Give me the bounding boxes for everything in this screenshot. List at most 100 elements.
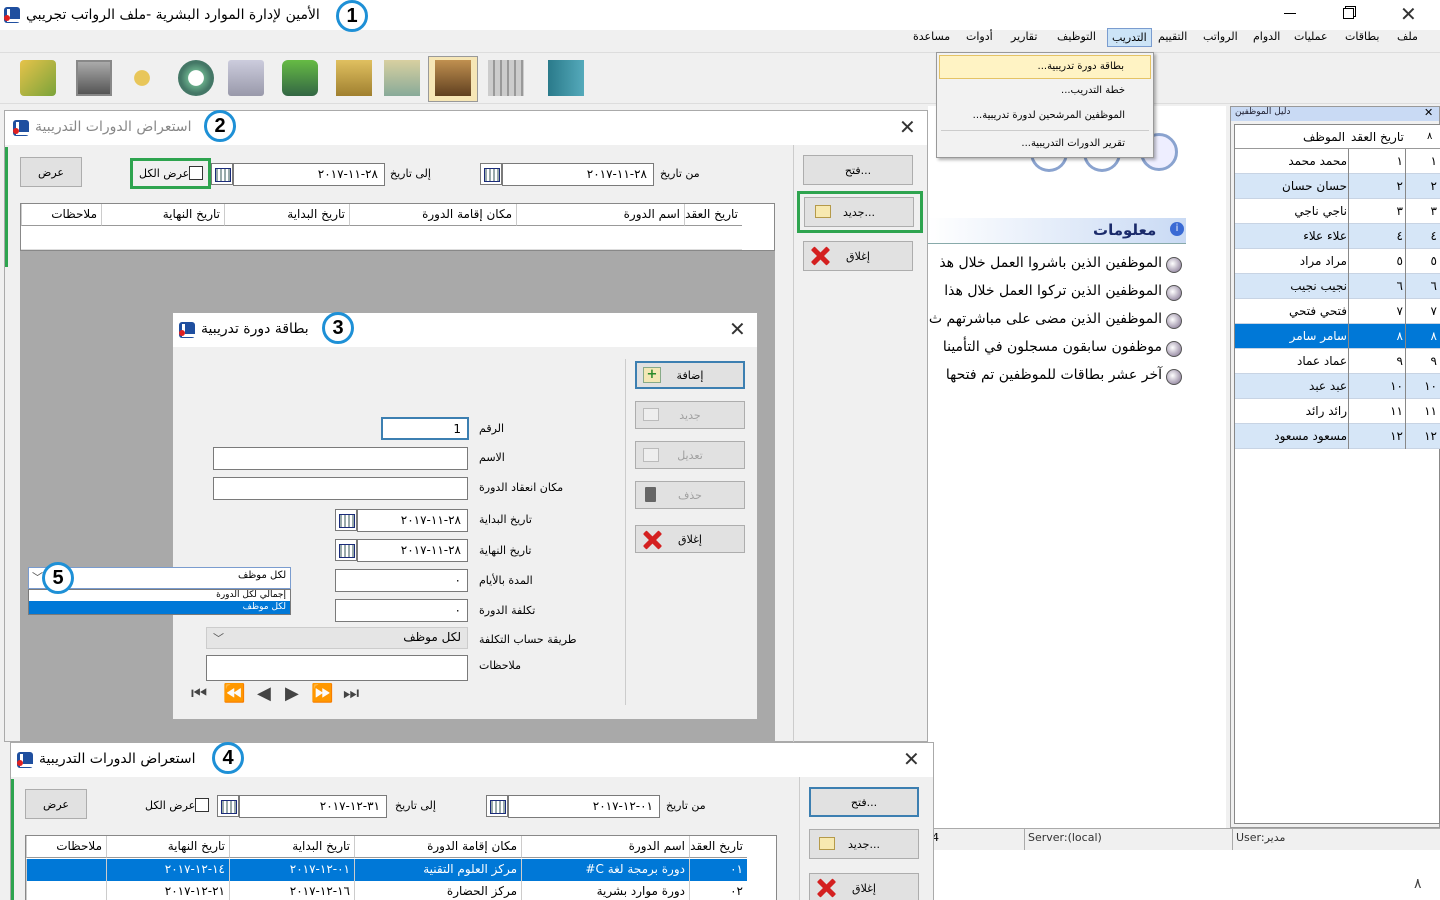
course-place-field[interactable] <box>213 477 468 500</box>
dialog3-col-notes[interactable]: ملاحظات <box>26 836 106 858</box>
app-close-icon[interactable]: ✕ <box>1400 2 1417 26</box>
employee-number: ١١ <box>1424 404 1437 418</box>
employee-row[interactable]: ٩ ٩ عماد عماد <box>1235 349 1440 374</box>
menu-evaluation[interactable]: التقييم <box>1158 30 1187 43</box>
dialog3-to-calendar-icon[interactable] <box>217 795 239 817</box>
course-name-field[interactable] <box>213 447 468 470</box>
menu-tools[interactable]: أدوات <box>966 30 993 43</box>
course-number-field[interactable]: 1 <box>381 417 469 440</box>
employee-row[interactable]: ١٠ ١٠ عبد عبد <box>1235 374 1440 399</box>
menu-training-report[interactable]: تقرير الدورات التدريبية... <box>1021 138 1125 149</box>
employee-row[interactable]: ٨ ٨ سامر سامر <box>1235 324 1440 349</box>
nav-fast-forward-icon[interactable]: ⏩ <box>311 683 333 704</box>
dialog3-close-icon[interactable]: ✕ <box>903 747 920 771</box>
col-contract[interactable]: تاريخ العقد <box>1351 130 1404 144</box>
employee-row[interactable]: ١٢ ١٢ مسعود مسعود <box>1235 424 1440 449</box>
employee-row[interactable]: ٤ ٤ علاء علاء <box>1235 224 1440 249</box>
menu-training-card[interactable]: بطاقة دورة تدريبية... <box>939 55 1151 79</box>
info-item-1[interactable]: الموظفين الذين باشروا العمل خلال هذ <box>939 255 1182 273</box>
menu-help[interactable]: مساعدة <box>913 30 950 43</box>
dialog1-col-contract[interactable]: تاريخ العقد <box>684 204 742 226</box>
dialog3-from-calendar-icon[interactable] <box>486 795 508 817</box>
dialog3-show-all-checkbox[interactable] <box>195 798 209 812</box>
dialog2-close-icon[interactable]: ✕ <box>729 317 746 341</box>
toolbar-add-user-icon[interactable] <box>124 60 160 96</box>
nav-first-icon[interactable]: ⏮ <box>191 683 207 704</box>
end-date-field[interactable]: ٢٨-١١-٢٠١٧ <box>357 539 468 562</box>
employee-row[interactable]: ٦ ٦ نجيب نجيب <box>1235 274 1440 299</box>
employee-row[interactable]: ٣ ٣ ناجي ناجي <box>1235 199 1440 224</box>
toolbar-folder-icon[interactable] <box>336 60 372 96</box>
option-per-employee[interactable]: لكل موظف <box>29 601 290 614</box>
employee-row[interactable]: ١ ١ محمد محمد <box>1235 149 1440 174</box>
info-item-4[interactable]: موظفون سابقون مسجلون في التأمينا <box>943 339 1183 357</box>
menu-cards[interactable]: بطاقات <box>1345 30 1379 43</box>
dialog1-to-date[interactable]: ٢٨-١١-٢٠١٧ <box>233 163 385 186</box>
minimize-icon[interactable] <box>1284 13 1296 14</box>
start-date-field[interactable]: ٢٨-١١-٢٠١٧ <box>357 509 468 532</box>
info-item-2[interactable]: الموظفين الذين تركوا العمل خلال هذا <box>944 283 1182 301</box>
menu-attendance[interactable]: الدوام <box>1253 30 1280 43</box>
dialog3-col-contract[interactable]: تاريخ العقد <box>689 836 747 858</box>
toolbar-money-icon[interactable] <box>282 60 318 96</box>
cost-field[interactable]: ٠ <box>335 599 468 622</box>
menu-hiring[interactable]: التوظيف <box>1057 30 1096 43</box>
dialog1-col-start[interactable]: تاريخ البداية <box>224 204 349 226</box>
employee-row[interactable]: ٧ ٧ فتحي فتحي <box>1235 299 1440 324</box>
menu-file[interactable]: ملف <box>1397 30 1418 43</box>
start-calendar-icon[interactable] <box>335 509 357 531</box>
toolbar-employee-icon[interactable] <box>76 60 112 96</box>
menu-training-candidates[interactable]: الموظفين المرشحين لدورة تدريبية... <box>973 110 1125 121</box>
dialog1-col-name[interactable]: اسم الدورة <box>516 204 684 226</box>
dialog1-col-end[interactable]: تاريخ النهاية <box>101 204 224 226</box>
toolbar-calculator-icon[interactable] <box>488 60 524 96</box>
info-item-3[interactable]: الموظفين الذين مضى على مباشرتهم ث <box>929 311 1183 329</box>
dialog1-to-calendar-icon[interactable] <box>211 163 233 185</box>
dialog3-col-end[interactable]: تاريخ النهاية <box>106 836 229 858</box>
col-employee[interactable]: الموظف <box>1303 130 1345 144</box>
dialog1-col-notes[interactable]: ملاحظات <box>21 204 101 226</box>
dialog1-from-label: من تاريخ <box>660 167 700 180</box>
employee-row[interactable]: ٥ ٥ مراد مراد <box>1235 249 1440 274</box>
employee-row[interactable]: ١١ ١١ رائد رائد <box>1235 399 1440 424</box>
toolbar-files-icon[interactable] <box>384 60 420 96</box>
dialog3-show-button[interactable]: عرض <box>25 789 87 819</box>
toolbar-clock-icon[interactable] <box>178 60 214 96</box>
dialog1-open-button[interactable]: فتح... <box>803 155 913 185</box>
dialog1-from-date[interactable]: ٢٨-١١-٢٠١٧ <box>502 163 654 186</box>
option-total[interactable]: إجمالي لكل الدورة <box>29 589 290 601</box>
nav-last-icon[interactable]: ⏭ <box>343 683 359 704</box>
nav-next-icon[interactable]: ▶ <box>285 683 299 704</box>
dialog1-close-icon[interactable]: ✕ <box>899 115 916 139</box>
dialog3-col-start[interactable]: تاريخ البداية <box>229 836 354 858</box>
restore-icon[interactable] <box>1343 8 1354 19</box>
menu-reports[interactable]: تقارير <box>1011 30 1037 43</box>
days-field[interactable]: ٠ <box>335 569 468 592</box>
info-item-5[interactable]: آخر عشر بطاقات للموظفين تم فتحها <box>946 367 1183 385</box>
dialog3-to-date[interactable]: ٣١-١٢-٢٠١٧ <box>239 795 387 818</box>
toolbar-exit-icon[interactable] <box>20 60 56 96</box>
table-row[interactable]: ٠٢ دورة موارد بشرية مركز الحضارة ١٦-١٢-٢٠١٧… <box>26 881 747 900</box>
dialog1-from-calendar-icon[interactable] <box>480 163 502 185</box>
dialog1-show-button[interactable]: عرض <box>20 157 82 187</box>
dialog1-col-place[interactable]: مكان إقامة الدورة <box>349 204 516 226</box>
table-row[interactable]: ٠١ دورة برمجة لغة C# مركز العلوم التقنية ٠١… <box>26 859 747 881</box>
nav-fast-back-icon[interactable]: ⏪ <box>223 683 245 704</box>
toolbar-schedule-icon[interactable] <box>228 60 264 96</box>
dialog3-from-date[interactable]: ٠١-١٢-٢٠١٧ <box>508 795 660 818</box>
employee-panel-close-icon[interactable]: ✕ <box>1424 106 1433 119</box>
dialog1-show-all-checkbox[interactable] <box>189 166 203 180</box>
nav-prev-icon[interactable]: ◀ <box>257 683 271 704</box>
menu-operations[interactable]: عمليات <box>1294 30 1328 43</box>
employee-row[interactable]: ٢ ٢ حسان حسان <box>1235 174 1440 199</box>
menu-salaries[interactable]: الرواتب <box>1203 30 1238 43</box>
menu-training[interactable]: التدريب <box>1107 28 1152 47</box>
menu-training-plan[interactable]: خطة التدريب... <box>1061 85 1125 96</box>
notes-field[interactable] <box>206 655 468 681</box>
cost-method-select[interactable]: لكل موظف <box>206 627 468 649</box>
toolbar-door-icon[interactable] <box>548 60 584 96</box>
end-calendar-icon[interactable] <box>335 539 357 561</box>
dialog3-col-place[interactable]: مكان إقامة الدورة <box>354 836 521 858</box>
dialog3-open-button[interactable]: فتح... <box>809 787 919 817</box>
dialog3-col-name[interactable]: اسم الدورة <box>521 836 689 858</box>
